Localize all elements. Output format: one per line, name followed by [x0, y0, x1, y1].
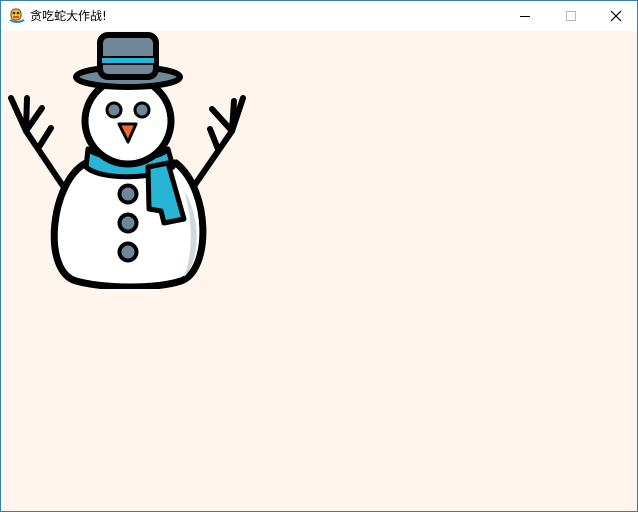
app-window: 贪吃蛇大作战!	[0, 0, 638, 512]
body-buttons	[117, 183, 139, 263]
minimize-icon	[519, 16, 530, 17]
close-icon	[610, 10, 621, 22]
python-snake-icon	[8, 6, 26, 24]
snowman-head	[81, 74, 175, 168]
maximize-icon	[565, 11, 576, 21]
top-hat	[73, 32, 183, 90]
right-arm	[191, 95, 246, 189]
left-arm	[8, 95, 66, 189]
snowman-icon	[8, 32, 246, 289]
maximize-button[interactable]	[548, 1, 593, 31]
window-title: 贪吃蛇大作战!	[30, 9, 107, 23]
game-canvas[interactable]	[1, 31, 637, 511]
title-bar[interactable]: 贪吃蛇大作战!	[1, 1, 637, 31]
close-button[interactable]	[593, 1, 637, 31]
minimize-button[interactable]	[502, 1, 547, 31]
